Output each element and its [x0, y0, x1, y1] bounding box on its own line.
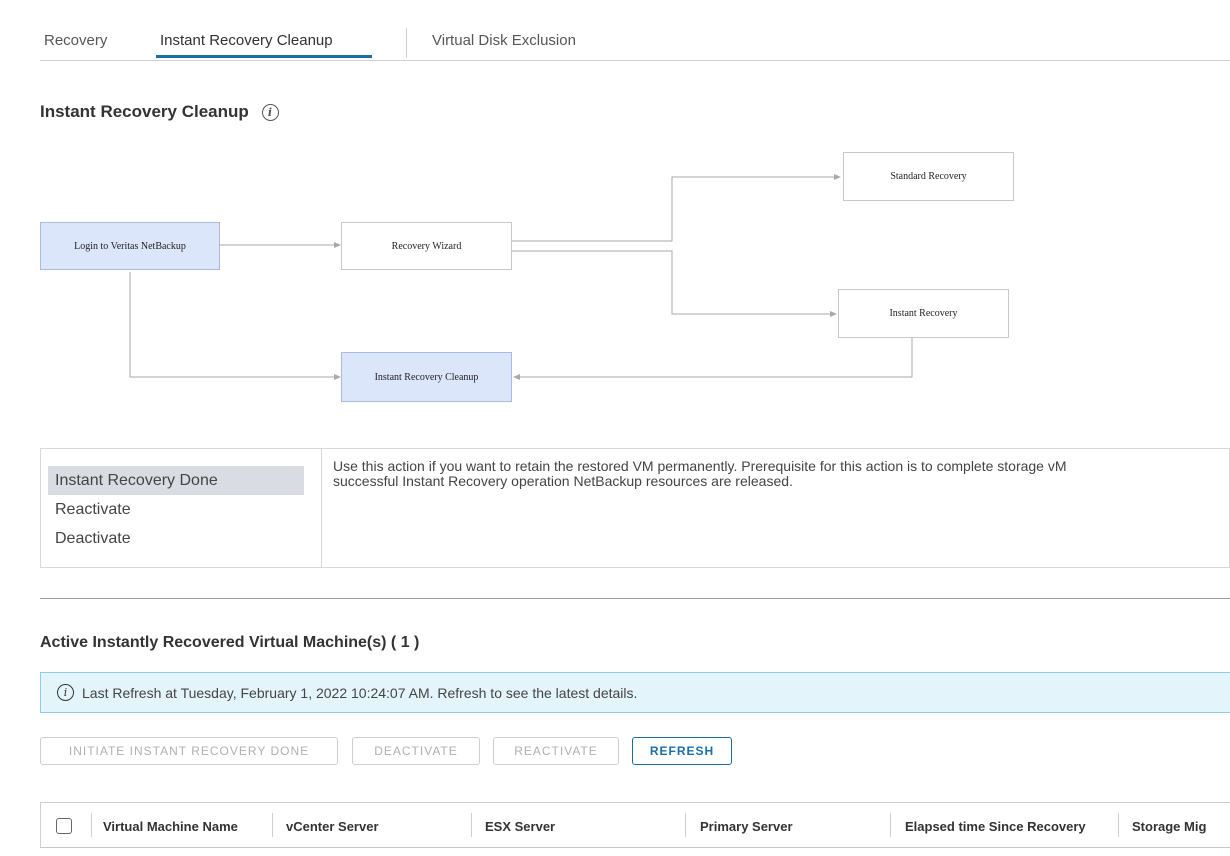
deactivate-button[interactable]: DEACTIVATE [352, 737, 480, 765]
column-primary-server[interactable]: Primary Server [700, 803, 793, 849]
arrowhead-standard [834, 174, 841, 180]
node-login: Login to Veritas NetBackup [40, 222, 220, 270]
connector-wizard-standard [512, 176, 836, 242]
active-tab-indicator [156, 55, 372, 58]
vm-section-title: Active Instantly Recovered Virtual Machi… [40, 634, 420, 651]
node-instant-recovery: Instant Recovery [838, 289, 1009, 338]
connector-wizard-instant [512, 250, 832, 315]
column-separator [471, 813, 472, 837]
page-title-text: Instant Recovery Cleanup [40, 102, 249, 121]
arrowhead-cleanup-right [513, 374, 520, 380]
alert-info-icon: i [57, 684, 74, 701]
diagram-connectors [129, 174, 913, 380]
section-divider [40, 598, 1230, 599]
workflow-diagram: Login to Veritas NetBackup Recovery Wiza… [0, 140, 1230, 420]
column-esx-server[interactable]: ESX Server [485, 803, 555, 849]
node-instant-recovery-cleanup: Instant Recovery Cleanup [341, 352, 512, 402]
action-description: Use this action if you want to retain th… [333, 459, 1230, 489]
node-recovery-wizard: Recovery Wizard [341, 222, 512, 270]
connector-login-cleanup [129, 272, 336, 378]
arrowhead-cleanup-left [334, 374, 341, 380]
vm-table-header: Virtual Machine Name vCenter Server ESX … [40, 802, 1230, 848]
column-virtual-machine-name[interactable]: Virtual Machine Name [103, 803, 238, 849]
column-separator [272, 813, 273, 837]
column-separator [91, 813, 92, 837]
action-list: Instant Recovery Done Reactivate Deactiv… [41, 449, 322, 567]
connector-instant-cleanup [518, 338, 913, 378]
refresh-alert: i Last Refresh at Tuesday, February 1, 2… [40, 672, 1230, 713]
initiate-instant-recovery-done-button[interactable]: INITIATE INSTANT RECOVERY DONE [40, 737, 338, 765]
column-storage-migration[interactable]: Storage Mig [1132, 803, 1206, 849]
tab-instant-recovery-cleanup[interactable]: Instant Recovery Cleanup [160, 32, 333, 49]
column-separator [685, 813, 686, 837]
action-instant-recovery-done[interactable]: Instant Recovery Done [48, 466, 304, 495]
info-icon[interactable]: i [261, 104, 279, 122]
tab-separator [406, 28, 407, 58]
page-title: Instant Recovery Cleanup i [40, 102, 279, 122]
arrowhead-instant [830, 311, 837, 317]
refresh-button[interactable]: REFRESH [632, 737, 732, 765]
select-all-checkbox[interactable] [56, 818, 72, 834]
tab-bar: Recovery Instant Recovery Cleanup Virtua… [40, 0, 1230, 61]
action-deactivate[interactable]: Deactivate [48, 524, 304, 553]
reactivate-button[interactable]: REACTIVATE [493, 737, 619, 765]
arrowhead-wizard [334, 242, 341, 248]
tab-recovery[interactable]: Recovery [44, 32, 107, 49]
column-elapsed-time[interactable]: Elapsed time Since Recovery [905, 803, 1086, 849]
action-description-line-2: successful Instant Recovery operation Ne… [333, 473, 793, 489]
column-vcenter-server[interactable]: vCenter Server [286, 803, 379, 849]
column-separator [890, 813, 891, 837]
column-separator [1118, 813, 1119, 837]
alert-text: Last Refresh at Tuesday, February 1, 202… [82, 684, 638, 701]
tab-virtual-disk-exclusion[interactable]: Virtual Disk Exclusion [432, 32, 576, 49]
action-description-line-1: Use this action if you want to retain th… [333, 459, 1067, 474]
cleanup-actions-panel: Instant Recovery Done Reactivate Deactiv… [40, 448, 1230, 568]
action-reactivate[interactable]: Reactivate [48, 495, 304, 524]
node-standard-recovery: Standard Recovery [843, 152, 1014, 201]
table-header-rule [40, 847, 1230, 848]
